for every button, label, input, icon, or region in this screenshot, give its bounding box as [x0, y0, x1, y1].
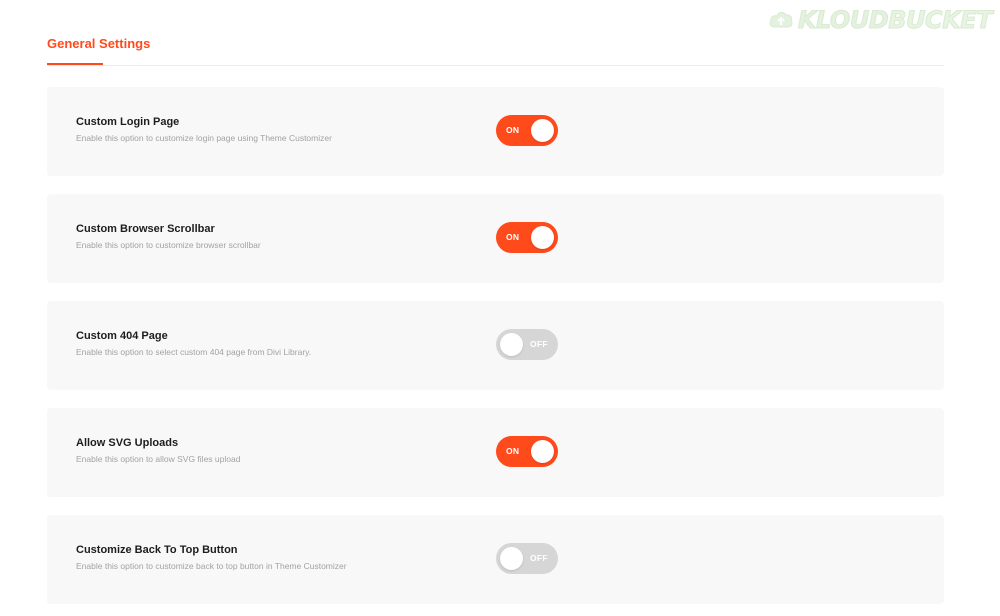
- watermark-text: KLOUDBUCKET: [797, 6, 993, 35]
- customize-back-to-top-button-toggle[interactable]: OFF: [496, 543, 558, 574]
- toggle-state-label: OFF: [530, 553, 548, 563]
- toggle-state-label: ON: [506, 125, 520, 135]
- setting-card-custom-browser-scrollbar: Custom Browser Scrollbar Enable this opt…: [47, 194, 944, 283]
- toggle-knob: [500, 547, 523, 570]
- custom-login-page-toggle[interactable]: ON: [496, 115, 558, 146]
- setting-description: Enable this option to customize login pa…: [76, 133, 332, 143]
- setting-card-allow-svg-uploads: Allow SVG Uploads Enable this option to …: [47, 408, 944, 497]
- custom-browser-scrollbar-toggle[interactable]: ON: [496, 222, 558, 253]
- toggle-knob: [531, 440, 554, 463]
- toggle-state-label: OFF: [530, 339, 548, 349]
- toggle-knob: [531, 226, 554, 249]
- toggle-state-label: ON: [506, 232, 520, 242]
- settings-page: KLOUDBUCKET General Settings Custom Logi…: [0, 0, 1000, 616]
- setting-card-custom-404-page: Custom 404 Page Enable this option to se…: [47, 301, 944, 390]
- allow-svg-uploads-toggle[interactable]: ON: [496, 436, 558, 467]
- setting-card-custom-login-page: Custom Login Page Enable this option to …: [47, 87, 944, 176]
- setting-description: Enable this option to customize browser …: [76, 240, 261, 250]
- setting-title: Allow SVG Uploads: [76, 437, 179, 449]
- setting-title: Custom 404 Page: [76, 330, 168, 342]
- setting-description: Enable this option to select custom 404 …: [76, 347, 312, 357]
- setting-title: Custom Login Page: [76, 116, 180, 128]
- settings-tabs: General Settings: [47, 36, 944, 66]
- custom-404-page-toggle[interactable]: OFF: [496, 329, 558, 360]
- toggle-state-label: ON: [506, 446, 520, 456]
- tab-general-settings[interactable]: General Settings: [47, 36, 150, 52]
- toggle-knob: [500, 333, 523, 356]
- setting-title: Custom Browser Scrollbar: [76, 223, 215, 235]
- setting-title: Customize Back To Top Button: [76, 544, 238, 556]
- kloudbucket-watermark: KLOUDBUCKET: [768, 6, 993, 35]
- setting-description: Enable this option to allow SVG files up…: [76, 454, 241, 464]
- toggle-knob: [531, 119, 554, 142]
- settings-list: Custom Login Page Enable this option to …: [47, 87, 944, 616]
- active-tab-indicator: [47, 63, 103, 65]
- setting-description: Enable this option to customize back to …: [76, 561, 347, 571]
- setting-card-customize-back-to-top-button: Customize Back To Top Button Enable this…: [47, 515, 944, 604]
- cloud-upload-icon: [768, 9, 794, 31]
